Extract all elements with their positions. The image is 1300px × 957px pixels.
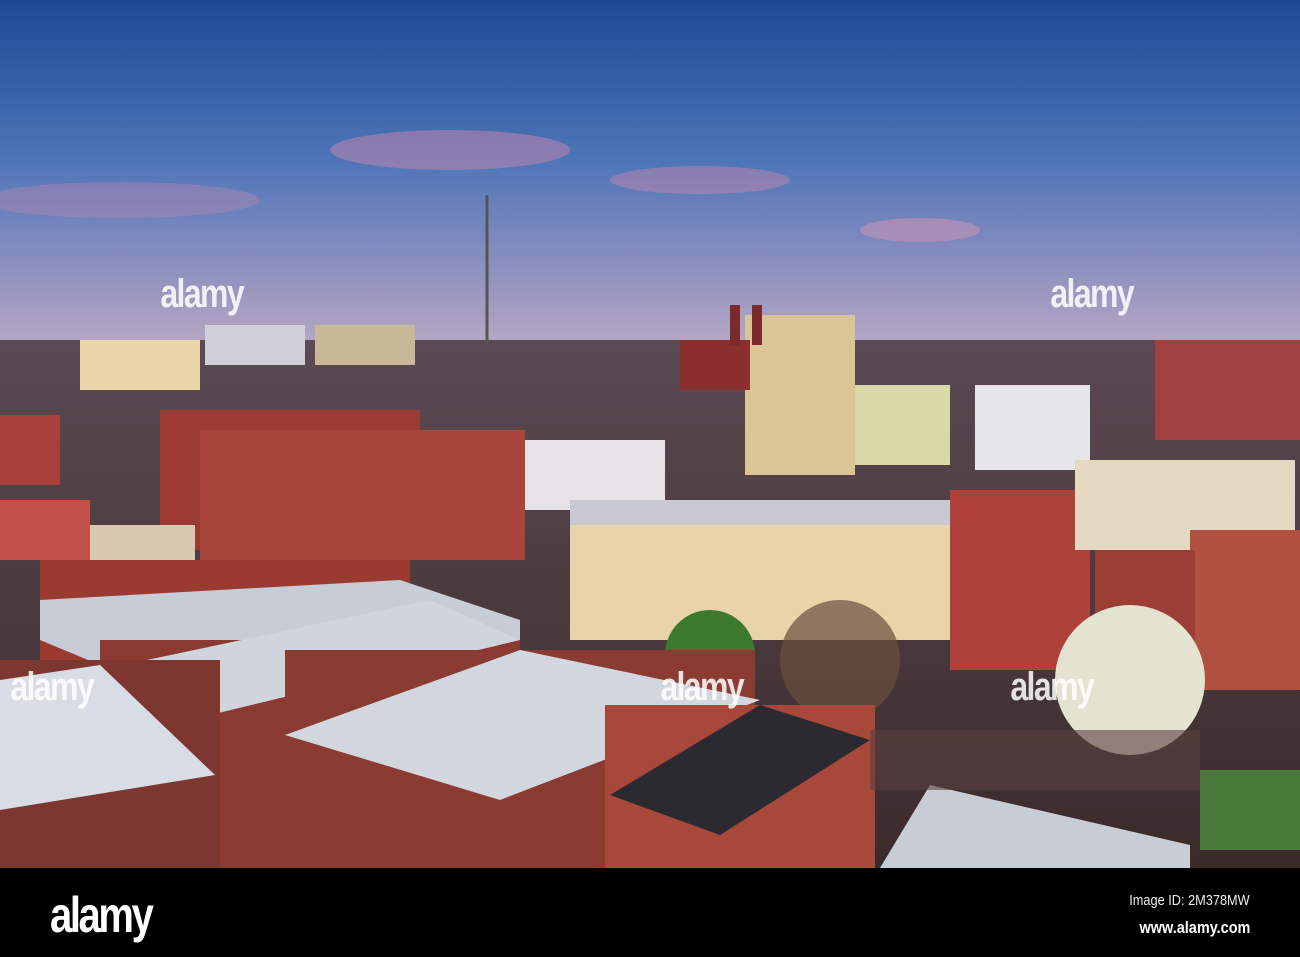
site-url: www.alamy.com: [1139, 918, 1250, 937]
image-id: Image ID: 2M378MW: [1129, 892, 1250, 909]
city-skyline-photo: [0, 0, 1300, 868]
watermark: alamy: [10, 665, 94, 709]
alamy-logo: alamy: [50, 887, 154, 943]
watermark: alamy: [1010, 665, 1094, 709]
watermark: alamy: [160, 272, 244, 316]
watermark: alamy: [660, 665, 744, 709]
footer-bar: alamy Image ID: 2M378MW www.alamy.com: [0, 868, 1300, 957]
watermark: alamy: [1050, 272, 1134, 316]
